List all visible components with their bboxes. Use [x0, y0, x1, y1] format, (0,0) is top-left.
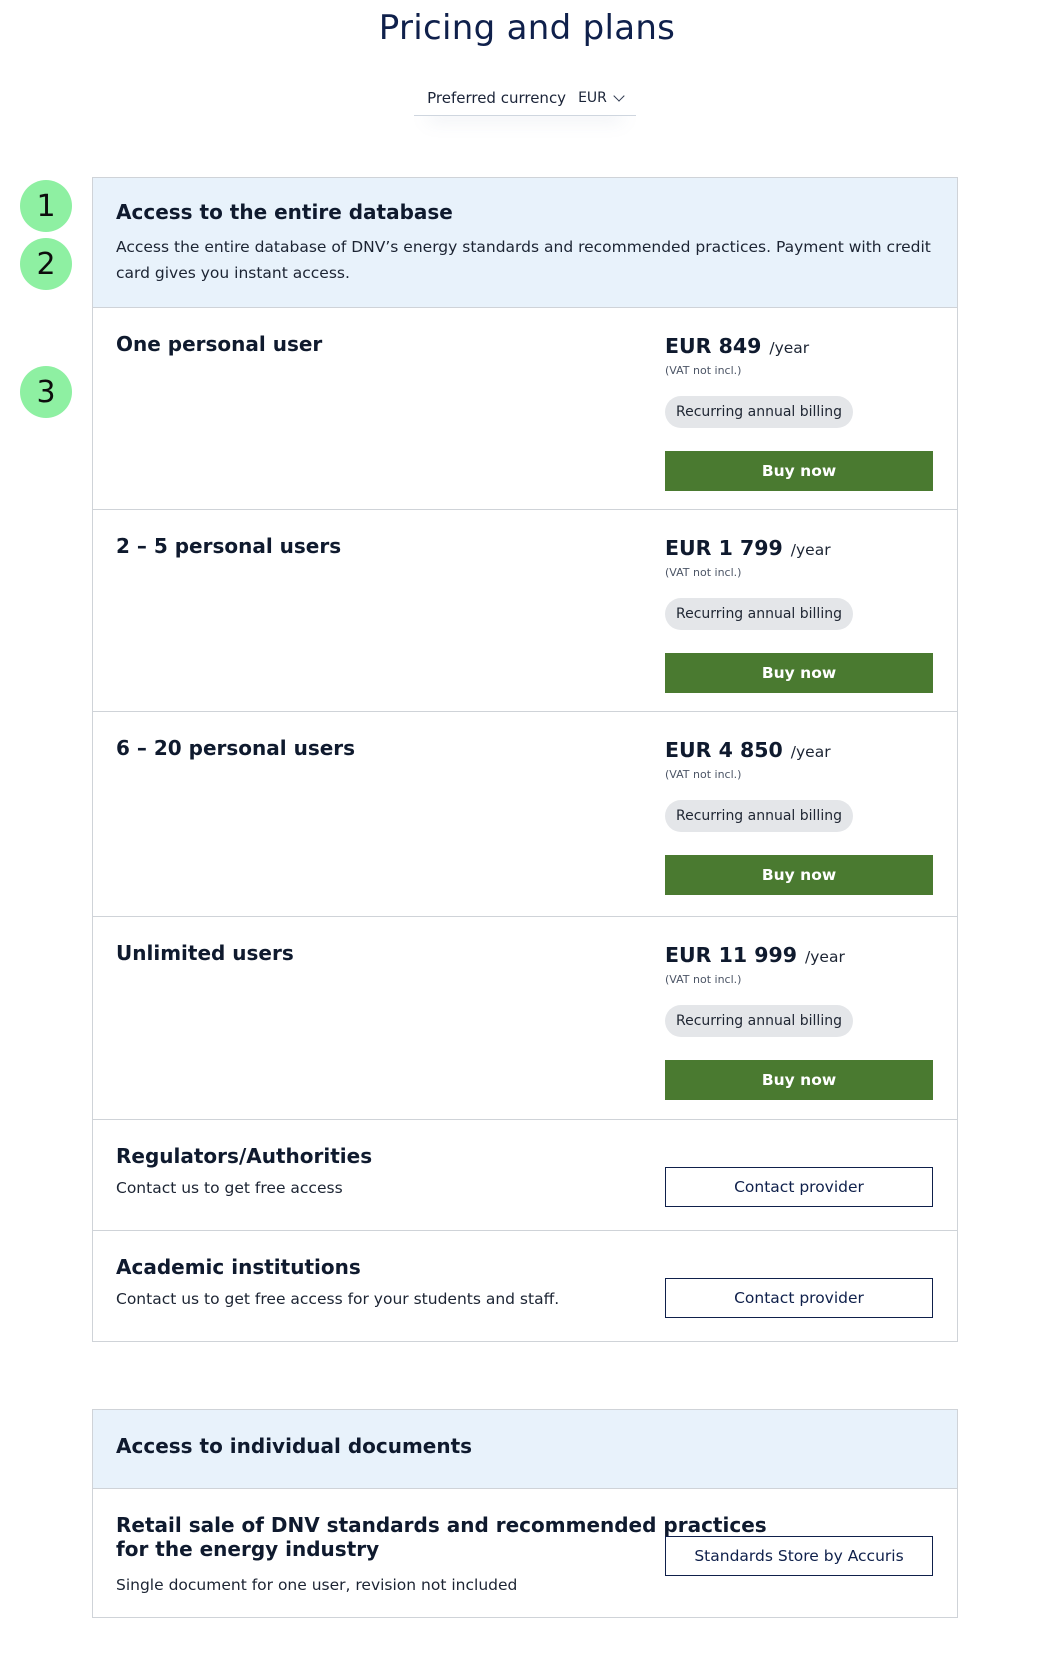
price-period: /year	[805, 948, 845, 966]
step-badge-2: 2	[20, 238, 72, 290]
currency-selector: Preferred currency EUR	[414, 80, 636, 116]
plan-title: 6 – 20 personal users	[116, 736, 356, 760]
academic-title: Academic institutions	[116, 1255, 361, 1279]
price-period: /year	[769, 339, 810, 357]
regulators-description: Contact us to get free access	[116, 1179, 343, 1197]
step-badge-1: 1	[20, 180, 72, 232]
step-badge-3: 3	[20, 366, 72, 418]
academic-description: Contact us to get free access for your s…	[116, 1290, 560, 1308]
plan-price: EUR 11 999 /year	[665, 943, 845, 967]
plan-price: EUR 1 799 /year	[665, 536, 831, 560]
contact-provider-button[interactable]: Contact provider	[665, 1167, 933, 1207]
vat-note: (VAT not incl.)	[665, 566, 742, 579]
chevron-down-icon	[613, 89, 625, 102]
individual-card-header: Access to individual documents	[93, 1410, 957, 1489]
retail-title-line-1: Retail sale of DNV standards and recomme…	[116, 1513, 767, 1537]
page-title: Pricing and plans	[378, 8, 676, 48]
plan-price: EUR 849 /year	[665, 334, 809, 358]
billing-badge: Recurring annual billing	[665, 396, 853, 428]
currency-label: Preferred currency	[427, 88, 567, 107]
billing-badge: Recurring annual billing	[665, 598, 853, 630]
price-period: /year	[790, 743, 831, 761]
billing-badge: Recurring annual billing	[665, 1005, 853, 1037]
regulators-title: Regulators/Authorities	[116, 1144, 373, 1168]
plan-row: 6 – 20 personal users EUR 4 850 /year (V…	[93, 712, 957, 917]
price-amount: EUR 4 850	[665, 738, 783, 762]
price-amount: EUR 849	[665, 334, 762, 358]
plan-title: 2 – 5 personal users	[116, 534, 342, 558]
individual-card-title: Access to individual documents	[116, 1434, 473, 1458]
price-amount: EUR 11 999	[665, 943, 798, 967]
plan-price: EUR 4 850 /year	[665, 738, 831, 762]
database-card-title: Access to the entire database	[116, 200, 453, 224]
retail-row: Retail sale of DNV standards and recomme…	[93, 1489, 957, 1617]
vat-note: (VAT not incl.)	[665, 768, 742, 781]
buy-now-button[interactable]: Buy now	[665, 653, 933, 693]
plan-title: One personal user	[116, 332, 323, 356]
buy-now-button[interactable]: Buy now	[665, 1060, 933, 1100]
billing-badge: Recurring annual billing	[665, 800, 853, 832]
plan-row: Unlimited users EUR 11 999 /year (VAT no…	[93, 917, 957, 1120]
database-card-header: Access to the entire database Access the…	[93, 178, 957, 308]
vat-note: (VAT not incl.)	[665, 973, 742, 986]
plan-title: Unlimited users	[116, 941, 294, 965]
retail-description: Single document for one user, revision n…	[116, 1576, 518, 1594]
plan-row: One personal user EUR 849 /year (VAT not…	[93, 308, 957, 510]
individual-documents-card: Access to individual documents Retail sa…	[92, 1409, 958, 1618]
price-period: /year	[790, 541, 831, 559]
currency-dropdown[interactable]: EUR	[578, 89, 625, 106]
academic-row: Academic institutions Contact us to get …	[93, 1231, 957, 1341]
buy-now-button[interactable]: Buy now	[665, 451, 933, 491]
currency-value: EUR	[578, 89, 607, 106]
database-access-card: Access to the entire database Access the…	[92, 177, 958, 1342]
price-amount: EUR 1 799	[665, 536, 783, 560]
vat-note: (VAT not incl.)	[665, 364, 742, 377]
regulators-row: Regulators/Authorities Contact us to get…	[93, 1120, 957, 1231]
buy-now-button[interactable]: Buy now	[665, 855, 933, 895]
contact-provider-button[interactable]: Contact provider	[665, 1278, 933, 1318]
standards-store-button[interactable]: Standards Store by Accuris	[665, 1536, 933, 1576]
database-card-description: Access the entire database of DNV’s ener…	[116, 238, 931, 282]
plan-row: 2 – 5 personal users EUR 1 799 /year (VA…	[93, 510, 957, 712]
